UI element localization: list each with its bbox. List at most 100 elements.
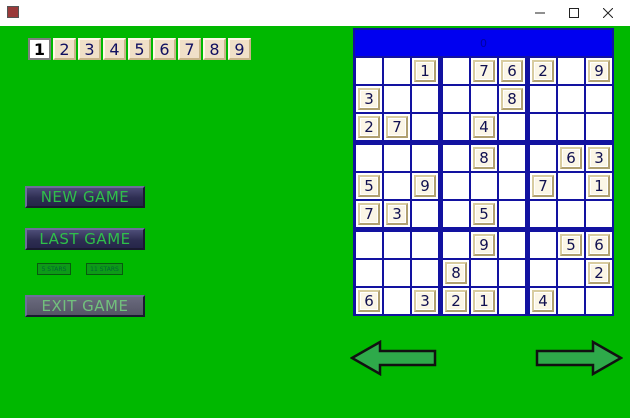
sudoku-cell[interactable]: 5: [356, 173, 382, 199]
number-selector-7[interactable]: 7: [178, 38, 201, 60]
close-button[interactable]: [592, 0, 624, 26]
maximize-button[interactable]: [558, 0, 590, 26]
sudoku-cell[interactable]: [412, 232, 438, 258]
sudoku-cell[interactable]: [558, 201, 584, 227]
new-game-button[interactable]: NEW GAME: [25, 186, 145, 208]
sudoku-cell[interactable]: [384, 86, 410, 112]
sudoku-cell[interactable]: [384, 260, 410, 286]
sudoku-cell[interactable]: [356, 260, 382, 286]
sudoku-cell[interactable]: 6: [586, 232, 612, 258]
sudoku-cell[interactable]: 9: [586, 58, 612, 84]
sudoku-cell[interactable]: 2: [356, 114, 382, 140]
sudoku-cell[interactable]: 3: [384, 201, 410, 227]
sudoku-cell[interactable]: [412, 114, 438, 140]
last-game-button[interactable]: LAST GAME: [25, 228, 145, 250]
sudoku-cell[interactable]: [471, 173, 497, 199]
sudoku-cell[interactable]: 7: [384, 114, 410, 140]
sudoku-cell[interactable]: 6: [499, 58, 525, 84]
sudoku-cell[interactable]: 7: [471, 58, 497, 84]
eleven-stars-button[interactable]: 11 STARS: [86, 263, 123, 275]
sudoku-cell[interactable]: [443, 232, 469, 258]
sudoku-cell[interactable]: [558, 288, 584, 314]
sudoku-cell[interactable]: 8: [443, 260, 469, 286]
sudoku-cell[interactable]: 7: [530, 173, 556, 199]
sudoku-cell[interactable]: [412, 201, 438, 227]
sudoku-cell[interactable]: [530, 232, 556, 258]
sudoku-cell[interactable]: 6: [558, 145, 584, 171]
sudoku-cell[interactable]: 2: [530, 58, 556, 84]
sudoku-cell[interactable]: [471, 260, 497, 286]
minimize-button[interactable]: [524, 0, 556, 26]
sudoku-cell[interactable]: [384, 232, 410, 258]
sudoku-cell[interactable]: [499, 288, 525, 314]
sudoku-cell[interactable]: [356, 232, 382, 258]
previous-arrow-icon[interactable]: [350, 340, 438, 376]
sudoku-cell[interactable]: [558, 173, 584, 199]
sudoku-cell[interactable]: 9: [412, 173, 438, 199]
sudoku-cell[interactable]: [586, 288, 612, 314]
sudoku-cell[interactable]: [356, 145, 382, 171]
sudoku-cell[interactable]: [443, 58, 469, 84]
number-selector-1[interactable]: 1: [28, 38, 51, 60]
next-arrow-icon[interactable]: [535, 340, 623, 376]
sudoku-cell[interactable]: 2: [586, 260, 612, 286]
sudoku-cell[interactable]: [586, 114, 612, 140]
sudoku-cell[interactable]: [499, 201, 525, 227]
number-selector-8[interactable]: 8: [203, 38, 226, 60]
sudoku-cell[interactable]: [471, 86, 497, 112]
sudoku-cell[interactable]: [530, 260, 556, 286]
sudoku-cell[interactable]: 4: [530, 288, 556, 314]
number-selector-3[interactable]: 3: [78, 38, 101, 60]
number-selector-2[interactable]: 2: [53, 38, 76, 60]
sudoku-cell[interactable]: [443, 86, 469, 112]
sudoku-cell[interactable]: 7: [356, 201, 382, 227]
sudoku-cell[interactable]: [558, 86, 584, 112]
sudoku-cell[interactable]: [530, 201, 556, 227]
sudoku-cell[interactable]: [586, 201, 612, 227]
sudoku-cell[interactable]: [530, 145, 556, 171]
sudoku-cell[interactable]: [443, 114, 469, 140]
sudoku-cell[interactable]: 3: [356, 86, 382, 112]
sudoku-cell[interactable]: 1: [412, 58, 438, 84]
sudoku-cell[interactable]: 1: [471, 288, 497, 314]
sudoku-cell[interactable]: [558, 260, 584, 286]
number-selector-6[interactable]: 6: [153, 38, 176, 60]
sudoku-cell[interactable]: [499, 232, 525, 258]
sudoku-cell[interactable]: [530, 86, 556, 112]
sudoku-cell[interactable]: [530, 114, 556, 140]
sudoku-cell[interactable]: [443, 145, 469, 171]
sudoku-cell[interactable]: [558, 58, 584, 84]
sudoku-cell[interactable]: [499, 173, 525, 199]
sudoku-cell[interactable]: [384, 58, 410, 84]
sudoku-cell[interactable]: [412, 145, 438, 171]
sudoku-cell[interactable]: [412, 260, 438, 286]
sudoku-cell[interactable]: [384, 145, 410, 171]
sudoku-cell[interactable]: [558, 114, 584, 140]
sudoku-cell[interactable]: [412, 86, 438, 112]
sudoku-cell[interactable]: 5: [471, 201, 497, 227]
sudoku-cell[interactable]: [384, 288, 410, 314]
sudoku-cell[interactable]: 9: [471, 232, 497, 258]
sudoku-cell[interactable]: [443, 201, 469, 227]
sudoku-cell[interactable]: [586, 86, 612, 112]
sudoku-cell[interactable]: 4: [471, 114, 497, 140]
number-selector-5[interactable]: 5: [128, 38, 151, 60]
number-selector-9[interactable]: 9: [228, 38, 251, 60]
sudoku-cell[interactable]: [356, 58, 382, 84]
number-selector-4[interactable]: 4: [103, 38, 126, 60]
sudoku-cell[interactable]: [499, 114, 525, 140]
sudoku-cell[interactable]: 5: [558, 232, 584, 258]
sudoku-cell[interactable]: 8: [471, 145, 497, 171]
sudoku-cell[interactable]: 1: [586, 173, 612, 199]
sudoku-cell[interactable]: 3: [586, 145, 612, 171]
sudoku-cell[interactable]: [384, 173, 410, 199]
sudoku-cell[interactable]: [443, 173, 469, 199]
sudoku-cell[interactable]: [499, 145, 525, 171]
sudoku-cell[interactable]: 2: [443, 288, 469, 314]
sudoku-cell[interactable]: 8: [499, 86, 525, 112]
exit-game-button[interactable]: EXIT GAME: [25, 295, 145, 317]
sudoku-cell[interactable]: 3: [412, 288, 438, 314]
sudoku-cell[interactable]: 6: [356, 288, 382, 314]
sudoku-cell[interactable]: [499, 260, 525, 286]
five-stars-button[interactable]: 5 STARS: [37, 263, 71, 275]
